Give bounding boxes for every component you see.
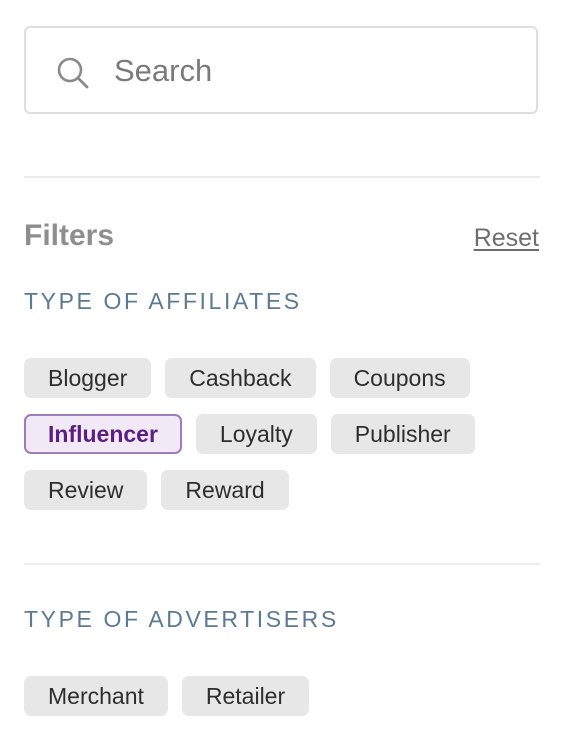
- chip-coupons[interactable]: Coupons: [329, 358, 470, 398]
- chip-publisher[interactable]: Publisher: [330, 414, 475, 454]
- filters-heading: Filters: [24, 219, 115, 252]
- chip-loyalty[interactable]: Loyalty: [195, 414, 317, 454]
- chip-influencer[interactable]: Influencer: [24, 414, 182, 454]
- search-box[interactable]: [24, 26, 538, 114]
- chip-merchant[interactable]: Merchant: [24, 676, 168, 716]
- chip-review[interactable]: Review: [24, 470, 148, 510]
- chip-blogger[interactable]: Blogger: [24, 358, 152, 398]
- section-title-affiliates: TYPE OF AFFILIATES: [24, 288, 302, 314]
- divider: [24, 176, 540, 178]
- search-icon: [57, 57, 89, 89]
- divider: [24, 563, 540, 565]
- chip-cashback[interactable]: Cashback: [165, 358, 316, 398]
- reset-link[interactable]: Reset: [474, 222, 539, 254]
- search-input[interactable]: [114, 48, 514, 94]
- advertiser-type-chips: Merchant Retailer: [24, 676, 494, 716]
- section-title-advertisers: TYPE OF ADVERTISERS: [24, 606, 339, 632]
- chip-reward[interactable]: Reward: [161, 470, 289, 510]
- affiliate-type-chips: Blogger Cashback Coupons Influencer Loya…: [24, 358, 494, 510]
- chip-retailer[interactable]: Retailer: [181, 676, 310, 716]
